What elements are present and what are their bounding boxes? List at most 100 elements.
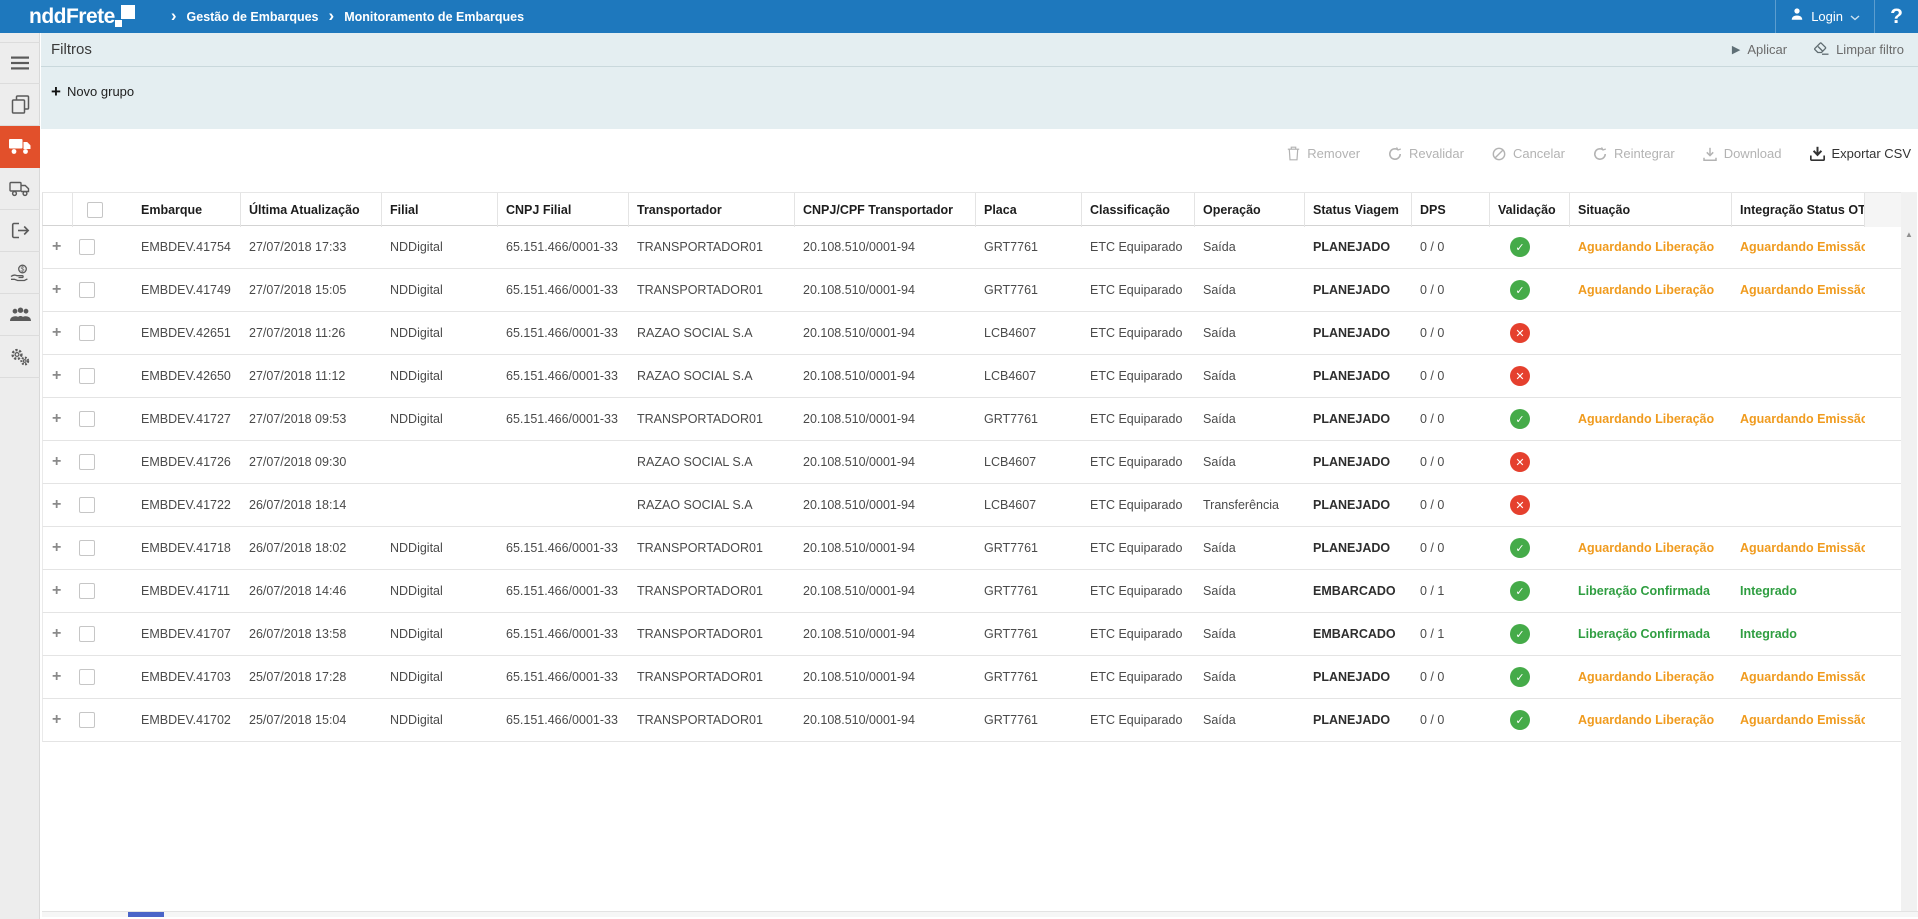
- horizontal-scrollbar-thumb[interactable]: [128, 912, 164, 917]
- row-checkbox[interactable]: [79, 411, 95, 427]
- toolbar-action-label: Reintegrar: [1614, 146, 1675, 161]
- cancelar-button[interactable]: Cancelar: [1492, 146, 1565, 161]
- cell-operacao: Saída: [1195, 326, 1305, 340]
- row-checkbox[interactable]: [79, 626, 95, 642]
- horizontal-scrollbar[interactable]: [42, 911, 1918, 917]
- column-header-14[interactable]: Integração Status OTM: [1732, 193, 1865, 227]
- expand-row-button[interactable]: +: [43, 582, 73, 600]
- cell-ultima_atualizacao: 26/07/2018 18:14: [241, 498, 382, 512]
- column-header-9[interactable]: Operação: [1195, 193, 1305, 227]
- cell-classificacao: ETC Equiparado: [1082, 541, 1195, 555]
- cell-embarque: EMBDEV.41703: [133, 670, 241, 684]
- row-checkbox-cell: [73, 325, 133, 341]
- cell-cnpj_cpf_transportador: 20.108.510/0001-94: [795, 670, 976, 684]
- expand-row-button[interactable]: +: [43, 453, 73, 471]
- expand-row-button[interactable]: +: [43, 625, 73, 643]
- row-checkbox[interactable]: [79, 669, 95, 685]
- column-header-13[interactable]: Situação: [1570, 193, 1732, 227]
- cell-ultima_atualizacao: 25/07/2018 15:04: [241, 713, 382, 727]
- vertical-scrollbar[interactable]: ▲: [1901, 192, 1917, 911]
- cell-dps: 0 / 1: [1412, 627, 1490, 641]
- table-row[interactable]: + EMBDEV.4265027/07/2018 11:12NDDigital6…: [42, 355, 1902, 398]
- sidebar-item-truck-cargo[interactable]: [0, 168, 40, 210]
- cell-dps: 0 / 0: [1412, 541, 1490, 555]
- expand-row-button[interactable]: +: [43, 410, 73, 428]
- breadcrumb-item-gestao[interactable]: Gestão de Embarques: [187, 10, 319, 24]
- expand-row-button[interactable]: +: [43, 711, 73, 729]
- clear-filter-button[interactable]: Limpar filtro: [1813, 42, 1904, 58]
- expand-column-header: [43, 193, 73, 227]
- column-header-12[interactable]: Validação: [1490, 193, 1570, 227]
- column-header-2[interactable]: Última Atualização: [241, 193, 382, 227]
- cell-classificacao: ETC Equiparado: [1082, 412, 1195, 426]
- column-header-6[interactable]: CNPJ/CPF Transportador: [795, 193, 976, 227]
- row-checkbox-cell: [73, 368, 133, 384]
- column-header-3[interactable]: Filial: [382, 193, 498, 227]
- download-button[interactable]: Download: [1703, 146, 1782, 161]
- cell-operacao: Saída: [1195, 670, 1305, 684]
- row-checkbox[interactable]: [79, 239, 95, 255]
- revalidar-button[interactable]: Revalidar: [1388, 146, 1464, 161]
- table-row[interactable]: + EMBDEV.4171826/07/2018 18:02NDDigital6…: [42, 527, 1902, 570]
- column-header-8[interactable]: Classificação: [1082, 193, 1195, 227]
- apply-filter-button[interactable]: ▶ Aplicar: [1732, 42, 1787, 57]
- remover-button[interactable]: Remover: [1287, 146, 1360, 161]
- row-checkbox[interactable]: [79, 325, 95, 341]
- cell-ultima_atualizacao: 27/07/2018 09:30: [241, 455, 382, 469]
- sidebar-item-payment-hand[interactable]: $: [0, 252, 40, 294]
- table-row[interactable]: + EMBDEV.4172226/07/2018 18:14RAZAO SOCI…: [42, 484, 1902, 527]
- row-checkbox[interactable]: [79, 497, 95, 513]
- cell-validacao: ✕: [1490, 366, 1570, 386]
- breadcrumb-item-monitoramento[interactable]: Monitoramento de Embarques: [344, 10, 524, 24]
- row-checkbox[interactable]: [79, 712, 95, 728]
- column-header-5[interactable]: Transportador: [629, 193, 795, 227]
- sidebar-item-documents[interactable]: [0, 84, 40, 126]
- new-group-button[interactable]: + Novo grupo: [51, 83, 134, 100]
- row-checkbox[interactable]: [79, 540, 95, 556]
- table-row[interactable]: + EMBDEV.4175427/07/2018 17:33NDDigital6…: [42, 226, 1902, 269]
- table-row[interactable]: + EMBDEV.4170225/07/2018 15:04NDDigital6…: [42, 699, 1902, 742]
- cell-classificacao: ETC Equiparado: [1082, 713, 1195, 727]
- row-checkbox-cell: [73, 239, 133, 255]
- sidebar-item-export-exit[interactable]: [0, 210, 40, 252]
- sidebar-item-truck[interactable]: [0, 126, 40, 168]
- table-row[interactable]: + EMBDEV.4171126/07/2018 14:46NDDigital6…: [42, 570, 1902, 613]
- cancel-icon: [1492, 147, 1506, 161]
- scroll-up-icon[interactable]: ▲: [1901, 230, 1917, 239]
- expand-row-button[interactable]: +: [43, 324, 73, 342]
- sidebar-item-users-group[interactable]: [0, 294, 40, 336]
- cell-embarque: EMBDEV.41727: [133, 412, 241, 426]
- sidebar-item-settings-gears[interactable]: [0, 336, 40, 378]
- column-header-11[interactable]: DPS: [1412, 193, 1490, 227]
- select-all-checkbox[interactable]: [87, 202, 103, 218]
- column-header-10[interactable]: Status Viagem: [1305, 193, 1412, 227]
- expand-row-button[interactable]: +: [43, 367, 73, 385]
- table-row[interactable]: + EMBDEV.4174927/07/2018 15:05NDDigital6…: [42, 269, 1902, 312]
- expand-row-button[interactable]: +: [43, 238, 73, 256]
- expand-row-button[interactable]: +: [43, 281, 73, 299]
- cell-cnpj_cpf_transportador: 20.108.510/0001-94: [795, 283, 976, 297]
- column-header-1[interactable]: Embarque: [133, 193, 241, 227]
- login-menu[interactable]: Login: [1776, 0, 1874, 33]
- sidebar-item-menu[interactable]: [0, 42, 40, 84]
- cell-cnpj_cpf_transportador: 20.108.510/0001-94: [795, 369, 976, 383]
- expand-row-button[interactable]: +: [43, 539, 73, 557]
- table-row[interactable]: + EMBDEV.4170726/07/2018 13:58NDDigital6…: [42, 613, 1902, 656]
- table-row[interactable]: + EMBDEV.4172627/07/2018 09:30RAZAO SOCI…: [42, 441, 1902, 484]
- refresh-icon: [1593, 147, 1607, 161]
- row-checkbox[interactable]: [79, 282, 95, 298]
- table-row[interactable]: + EMBDEV.4265127/07/2018 11:26NDDigital6…: [42, 312, 1902, 355]
- column-header-4[interactable]: CNPJ Filial: [498, 193, 629, 227]
- select-all-column-header: [73, 193, 133, 227]
- reintegrar-button[interactable]: Reintegrar: [1593, 146, 1675, 161]
- row-checkbox[interactable]: [79, 583, 95, 599]
- table-row[interactable]: + EMBDEV.4170325/07/2018 17:28NDDigital6…: [42, 656, 1902, 699]
- expand-row-button[interactable]: +: [43, 496, 73, 514]
- expand-row-button[interactable]: +: [43, 668, 73, 686]
- table-row[interactable]: + EMBDEV.4172727/07/2018 09:53NDDigital6…: [42, 398, 1902, 441]
- column-header-7[interactable]: Placa: [976, 193, 1082, 227]
- exportar-csv-button[interactable]: Exportar CSV: [1810, 146, 1911, 161]
- row-checkbox[interactable]: [79, 368, 95, 384]
- row-checkbox[interactable]: [79, 454, 95, 470]
- help-button[interactable]: ?: [1875, 0, 1918, 33]
